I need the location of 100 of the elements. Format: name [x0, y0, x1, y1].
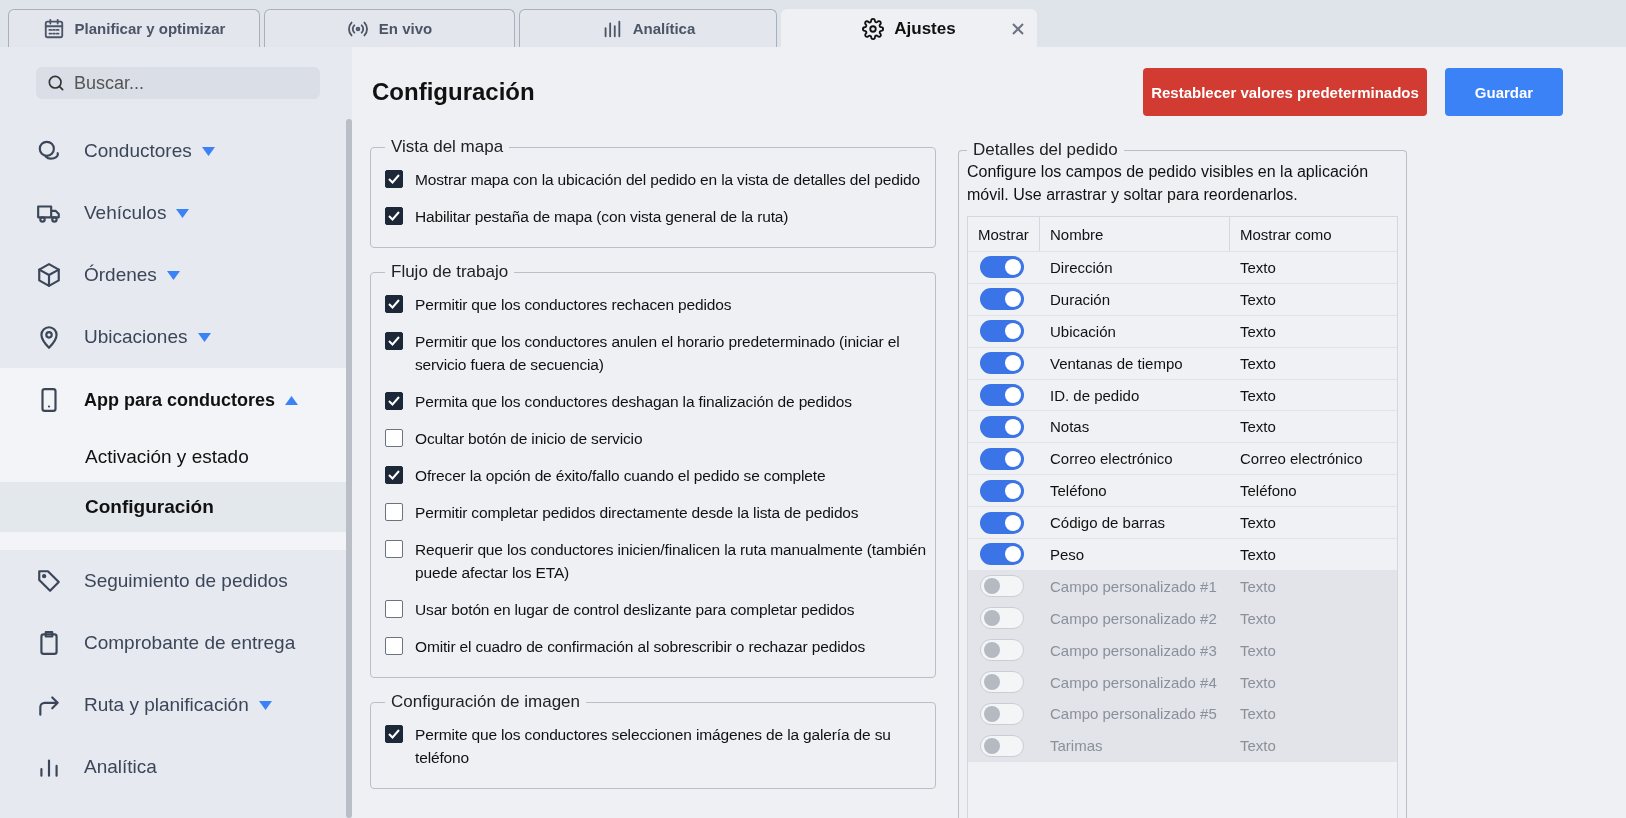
save-button[interactable]: Guardar	[1445, 68, 1563, 116]
checkbox-label: Permita que los conductores deshagan la finalización de pedidos	[415, 392, 852, 412]
checkbox-label: Ocultar botón de inicio de servicio	[415, 429, 643, 449]
table-cell-text: Notas	[1049, 418, 1091, 436]
checkbox-label: Requerir que los conductores inicien/finalicen la ruta manualmente (también puede afectar los ETA)	[415, 540, 927, 583]
table-cell-text: Texto	[1239, 514, 1277, 532]
sidebar-item[interactable]: Conductores	[0, 120, 346, 182]
toggle-switch[interactable]	[980, 575, 1024, 598]
checkbox-label: Permitir que los conductores rechacen pedidos	[415, 295, 732, 315]
sidebar-item[interactable]: Analítica	[0, 736, 346, 798]
toggle-switch[interactable]	[980, 543, 1024, 566]
checkbox[interactable]	[385, 207, 403, 225]
toggle-switch[interactable]	[980, 702, 1024, 725]
column-header: Mostrar como	[1239, 224, 1333, 245]
sidebar-item[interactable]: Órdenes	[0, 244, 346, 306]
section-title: Flujo de trabajo	[390, 262, 510, 282]
column-header: Mostrar	[968, 217, 1040, 251]
checkbox[interactable]	[385, 170, 403, 188]
checkbox[interactable]	[385, 503, 403, 521]
table-cell-text: Correo electrónico	[1049, 450, 1174, 468]
checkbox[interactable]	[385, 600, 403, 618]
reset-button[interactable]: Restablecer valores predeterminados	[1143, 68, 1427, 116]
tag-icon	[36, 568, 62, 594]
tab[interactable]: En vivo	[264, 9, 515, 47]
table-cell-text: Texto	[1239, 354, 1277, 372]
toggle-switch[interactable]	[980, 607, 1024, 630]
sidebar-item[interactable]: Ubicaciones	[0, 306, 346, 368]
checkbox-label: Mostrar mapa con la ubicación del pedido en la vista de detalles del pedido	[415, 170, 920, 190]
toggle-switch[interactable]	[980, 320, 1024, 343]
table-cell-text: Código de barras	[1049, 514, 1167, 532]
table-cell-text: Texto	[1239, 322, 1277, 340]
table-cell-text: Dirección	[1049, 258, 1114, 276]
table-cell-text: Campo personalizado #2	[1049, 609, 1218, 627]
checkbox[interactable]	[385, 332, 403, 350]
sidebar-subitem[interactable]: Activación y estado	[0, 432, 346, 482]
checkbox-label: Ofrecer la opción de éxito/fallo cuando el pedido se complete	[415, 466, 826, 486]
checkbox-label: Omitir el cuadro de confirmación al sobrescribir o rechazar pedidos	[415, 637, 865, 657]
sidebar-item[interactable]: Vehículos	[0, 182, 346, 244]
table-cell-text: Texto	[1239, 705, 1277, 723]
sidebar-item[interactable]: App para conductores	[0, 368, 346, 432]
box-icon	[36, 262, 62, 288]
search-field[interactable]: Buscar...	[36, 67, 320, 99]
table-cell-text: Ventanas de tiempo	[1049, 354, 1184, 372]
table-cell-text: Texto	[1239, 545, 1277, 563]
toggle-switch[interactable]	[980, 479, 1024, 502]
sidebar-subitem[interactable]: Configuración	[0, 482, 346, 532]
scrollbar[interactable]	[346, 119, 352, 818]
table-cell-text: Teléfono	[1239, 482, 1298, 500]
toggle-switch[interactable]	[980, 352, 1024, 375]
table-cell-text: Duración	[1049, 290, 1112, 308]
checkbox[interactable]	[385, 725, 403, 743]
settings-icon	[862, 17, 885, 40]
checkbox-label: Permite que los conductores seleccionen imágenes de la galería de su teléfono	[415, 725, 892, 768]
toggle-switch[interactable]	[980, 447, 1024, 470]
table-cell-text: Texto	[1239, 737, 1277, 755]
search-icon	[46, 73, 66, 93]
tab[interactable]: Analítica	[519, 9, 777, 47]
sidebar-item[interactable]: Comprobante de entrega	[0, 612, 346, 674]
tab[interactable]: Ajustes	[781, 9, 1037, 47]
table-cell-text: Texto	[1239, 641, 1277, 659]
checkbox-label: Habilitar pestaña de mapa (con vista general de la ruta)	[415, 207, 789, 227]
table-cell-text: Texto	[1239, 418, 1277, 436]
table-cell-text: Peso	[1049, 545, 1086, 563]
section-title: Configuración de imagen	[390, 692, 581, 712]
sidebar-item[interactable]: Seguimiento de pedidos	[0, 550, 346, 612]
checkbox[interactable]	[385, 466, 403, 484]
tab[interactable]: Planificar y optimizar	[8, 9, 260, 47]
table-cell-text: Texto	[1239, 386, 1277, 404]
table-cell-text: Texto	[1239, 577, 1277, 595]
checkbox[interactable]	[385, 540, 403, 558]
column-header: Nombre	[1040, 217, 1230, 251]
section-title: Detalles del pedido	[972, 140, 1119, 160]
table-cell-text: Campo personalizado #1	[1049, 577, 1218, 595]
table-cell-text: Ubicación	[1049, 322, 1117, 340]
checkbox[interactable]	[385, 392, 403, 410]
table-cell-text: Texto	[1239, 290, 1277, 308]
toggle-switch[interactable]	[980, 256, 1024, 279]
table-cell-text: Teléfono	[1049, 482, 1108, 500]
table-cell-text: Tarimas	[1049, 737, 1104, 755]
table-cell-text: Texto	[1239, 609, 1277, 627]
checkbox-label: Permitir completar pedidos directamente desde la lista de pedidos	[415, 503, 859, 523]
table-cell-text: Texto	[1239, 258, 1277, 276]
toggle-switch[interactable]	[980, 511, 1024, 534]
calendar-icon	[42, 17, 65, 40]
toggle-switch[interactable]	[980, 415, 1024, 438]
table-cell-text: Campo personalizado #3	[1049, 641, 1218, 659]
sidebar-item[interactable]: Ruta y planificación	[0, 674, 346, 736]
toggle-switch[interactable]	[980, 639, 1024, 662]
checkbox[interactable]	[385, 637, 403, 655]
checkbox[interactable]	[385, 295, 403, 313]
table-cell-text: Campo personalizado #5	[1049, 705, 1218, 723]
toggle-switch[interactable]	[980, 671, 1024, 693]
close-icon[interactable]	[1010, 21, 1026, 37]
section-title: Vista del mapa	[390, 137, 505, 157]
toggle-switch[interactable]	[980, 288, 1024, 311]
toggle-switch[interactable]	[980, 734, 1024, 757]
page-title: Configuración	[372, 78, 536, 106]
toggle-switch[interactable]	[980, 384, 1024, 406]
description: Configure los campos de pedido visibles en la aplicación móvil. Use arrastrar y soltar para reordenarlos.	[967, 162, 1370, 205]
checkbox[interactable]	[385, 429, 403, 447]
